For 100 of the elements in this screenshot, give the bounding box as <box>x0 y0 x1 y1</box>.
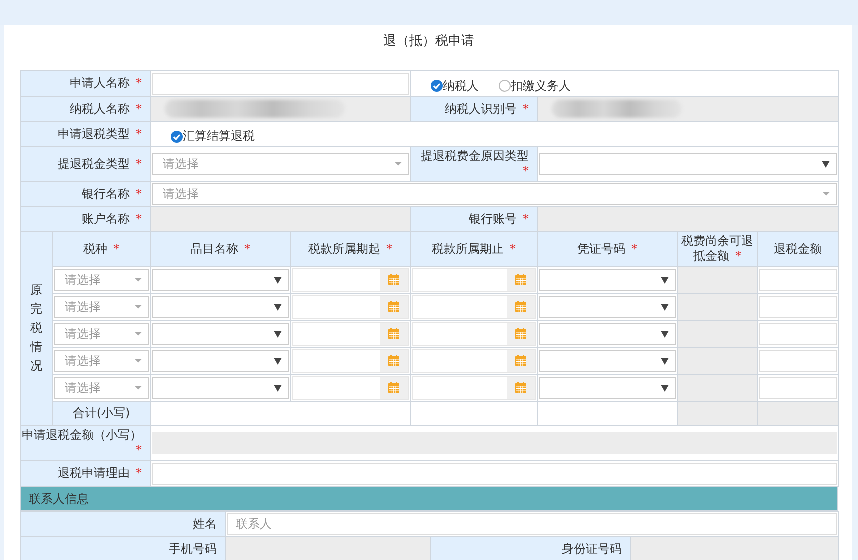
caret-icon <box>661 304 669 310</box>
field-label: 退税申请理由 <box>58 466 130 480</box>
date-field[interactable] <box>412 322 536 346</box>
caret-icon <box>661 384 669 392</box>
select-field[interactable] <box>539 153 837 175</box>
field-label: 姓名 <box>193 516 217 530</box>
caret-icon <box>822 160 830 168</box>
select-field[interactable]: 请选择 <box>54 377 149 399</box>
caret-icon <box>661 330 669 338</box>
field-label: 合计(小写) <box>72 406 130 420</box>
radio-option[interactable]: 纳税人 <box>431 72 479 95</box>
required-mark: * <box>136 126 142 140</box>
field-label: 银行账号 <box>469 212 517 226</box>
date-field[interactable] <box>412 376 536 400</box>
input-field[interactable] <box>759 296 837 318</box>
section-header: 联系人信息 <box>20 487 838 511</box>
select-field[interactable]: 请选择 <box>152 153 409 175</box>
select-field[interactable] <box>539 377 676 399</box>
input-field[interactable] <box>759 323 837 345</box>
select-field[interactable] <box>152 296 289 318</box>
select-field[interactable] <box>539 350 676 372</box>
select-field[interactable]: 请选择 <box>54 323 149 345</box>
input-field[interactable] <box>152 462 837 484</box>
caret-icon <box>274 384 282 392</box>
column-header: 品目名称 * <box>150 232 290 266</box>
date-field[interactable] <box>292 295 409 319</box>
date-field[interactable] <box>292 349 409 373</box>
field-label: 账户名称 <box>82 212 130 226</box>
input-field[interactable]: 联系人 <box>227 513 837 535</box>
column-header: 退税金额 <box>758 232 838 266</box>
caret-icon <box>135 359 142 363</box>
caret-icon <box>395 162 402 166</box>
select-field[interactable]: 请选择 <box>54 269 149 291</box>
field-label: 提退税金类型 <box>58 156 130 170</box>
calendar-icon <box>388 274 400 286</box>
caret-icon <box>135 386 142 390</box>
date-field[interactable] <box>292 268 409 292</box>
field-label: 申请人名称 <box>70 76 130 90</box>
select-field[interactable]: 请选择 <box>152 183 837 205</box>
required-mark: * <box>523 212 529 226</box>
field-label: 申请退税类型 <box>58 126 130 140</box>
select-field[interactable]: 请选择 <box>54 296 149 318</box>
column-header: 税费尚余可退抵金额 * <box>678 232 758 266</box>
calendar-icon <box>515 355 527 367</box>
select-field[interactable] <box>152 377 289 399</box>
date-field[interactable] <box>412 295 536 319</box>
caret-icon <box>135 278 142 282</box>
select-field[interactable] <box>539 323 676 345</box>
select-field[interactable] <box>152 269 289 291</box>
field-label: 身份证号码 <box>562 542 622 556</box>
field-label: 手机号码 <box>169 542 217 556</box>
input-field[interactable] <box>759 350 837 372</box>
column-header: 税款所属期止 * <box>410 232 538 266</box>
caret-icon <box>135 305 142 309</box>
field-label: 纳税人识别号 <box>445 102 517 116</box>
input-field[interactable] <box>152 72 409 94</box>
caret-icon <box>274 358 282 364</box>
input-field[interactable] <box>759 377 837 399</box>
required-mark: * <box>136 466 142 480</box>
caret-icon <box>661 358 669 364</box>
caret-icon <box>274 276 282 284</box>
caret-icon <box>274 304 282 310</box>
field-label: 提退税费金原因类型 <box>421 149 529 163</box>
column-header: 税种 * <box>52 232 150 266</box>
column-header: 税款所属期起 * <box>290 232 410 266</box>
radio-option[interactable]: 扣缴义务人 <box>499 72 571 95</box>
select-field[interactable] <box>539 269 676 291</box>
select-field[interactable] <box>539 296 676 318</box>
form-title: 退（抵）税申请 <box>382 33 476 51</box>
required-mark: * <box>136 156 142 170</box>
select-field[interactable]: 请选择 <box>54 350 149 372</box>
calendar-icon <box>388 328 400 340</box>
calendar-icon <box>388 301 400 313</box>
calendar-icon <box>515 328 527 340</box>
select-field[interactable] <box>152 323 289 345</box>
calendar-icon <box>388 355 400 367</box>
caret-icon <box>661 276 669 284</box>
checkbox-option[interactable]: 汇算结算退税 <box>171 122 255 146</box>
calendar-icon <box>388 382 400 394</box>
required-mark: * <box>136 76 142 90</box>
required-mark: * <box>523 164 529 178</box>
section-label: 原完税情况 <box>30 282 42 376</box>
select-field[interactable] <box>152 350 289 372</box>
field-label: 银行名称 <box>82 186 130 200</box>
required-mark: * <box>523 102 529 116</box>
date-field[interactable] <box>292 376 409 400</box>
calendar-icon <box>515 274 527 286</box>
required-mark: * <box>136 212 142 226</box>
caret-icon <box>823 192 830 196</box>
calendar-icon <box>515 301 527 313</box>
input-field[interactable] <box>759 269 837 291</box>
column-header: 凭证号码 * <box>538 232 678 266</box>
required-mark: * <box>136 102 142 116</box>
date-field[interactable] <box>412 349 536 373</box>
calendar-icon <box>515 382 527 394</box>
caret-icon <box>135 332 142 336</box>
field-label: 纳税人名称 <box>70 102 130 116</box>
caret-icon <box>274 330 282 338</box>
date-field[interactable] <box>412 268 536 292</box>
date-field[interactable] <box>292 322 409 346</box>
